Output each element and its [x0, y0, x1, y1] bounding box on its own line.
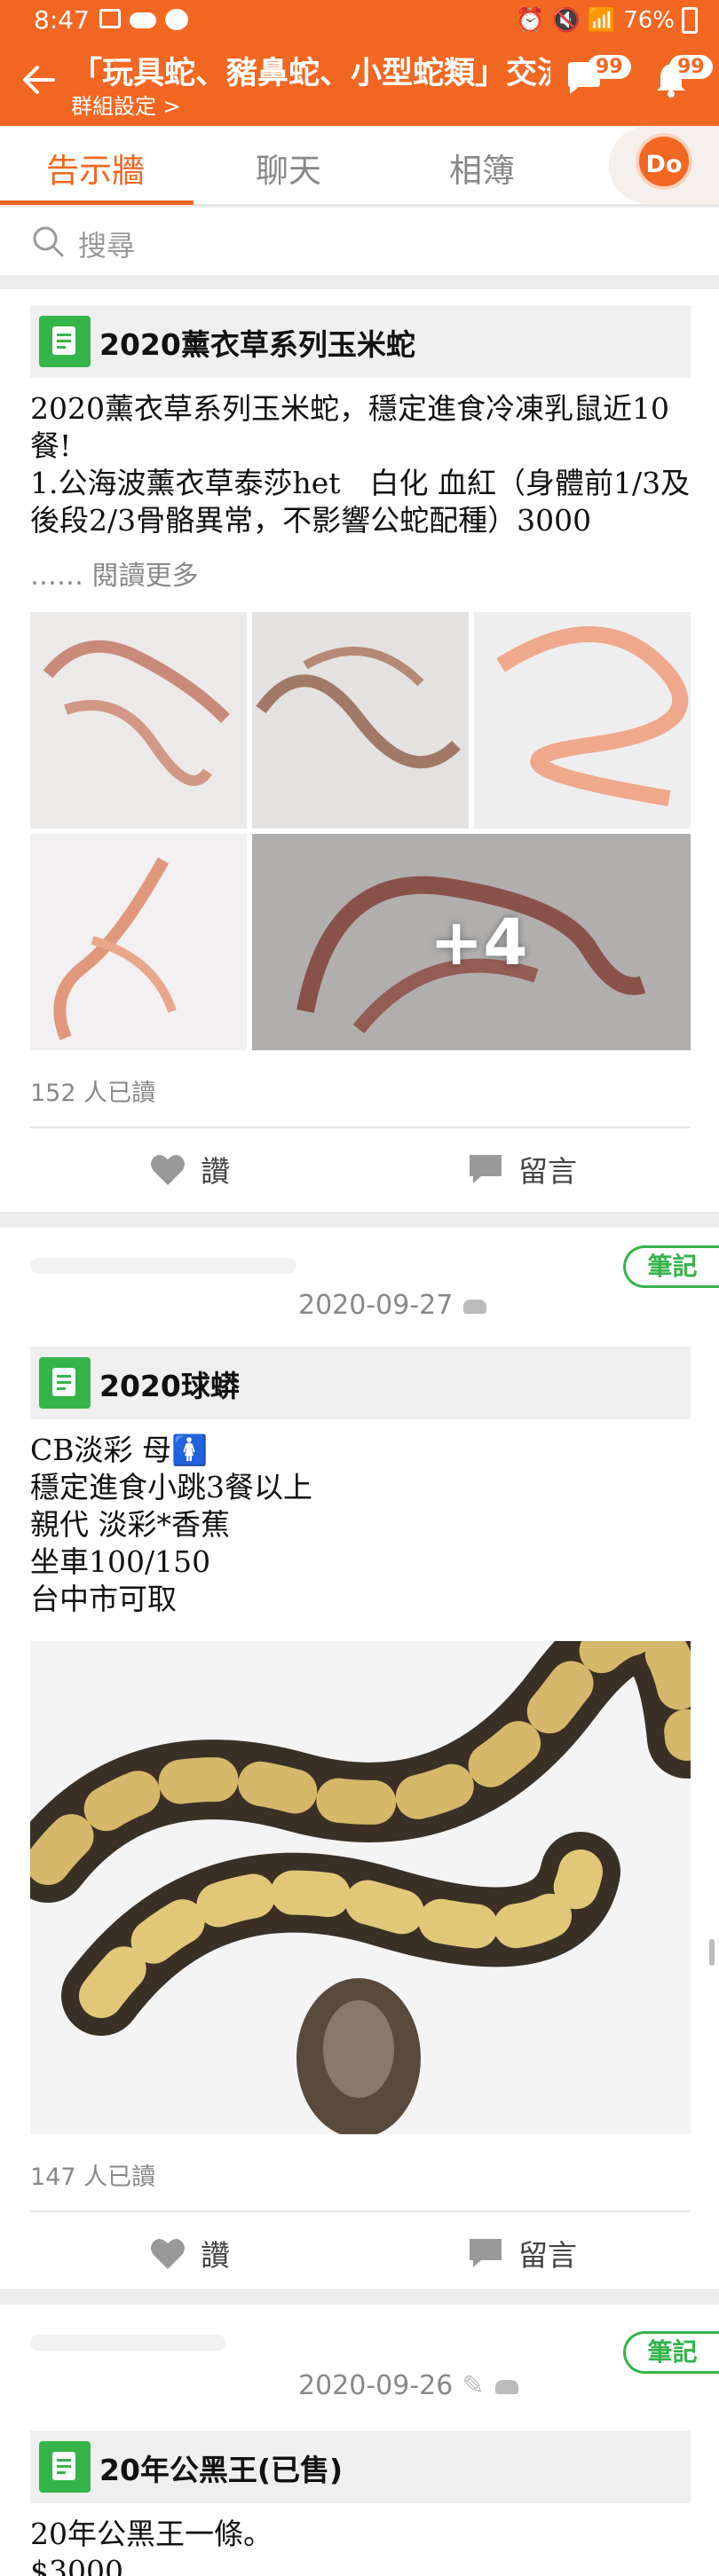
more-photos-count: +4 [430, 905, 528, 979]
like-label: 讚 [201, 2238, 230, 2273]
note-icon [39, 2441, 91, 2493]
search-input[interactable]: 搜尋 [78, 224, 135, 264]
post-title: 2020球蟒 [99, 1369, 240, 1403]
post-section-chip: 2020薰衣草系列玉米蛇 [30, 305, 691, 378]
post-body: CB淡彩 母🚺 穩定進食小跳3餐以上 親代 淡彩*香蕉 坐車100/150 台中… [30, 1433, 312, 1616]
back-arrow-icon[interactable] [21, 62, 57, 98]
author-name [30, 2335, 225, 2351]
like-label: 讚 [201, 1154, 230, 1189]
post-photo[interactable] [30, 612, 247, 829]
post-photo[interactable] [30, 1641, 691, 2134]
post-section-chip: 20年公黑王(已售) [30, 2431, 691, 2503]
read-more-link[interactable]: …… 閱讀更多 [30, 554, 199, 593]
post-date-row: 2020-09-27 [298, 1290, 487, 1321]
group-title: 「玩具蛇、豬鼻蛇、小型蛇類」交流 [71, 56, 550, 91]
status-system-icons: ⏰ 🔇 📶 76% [516, 7, 698, 34]
battery-percent: 76% [623, 7, 675, 34]
post-card: 筆記 2020-09-27 2020球蟒 CB淡彩 母🚺 穩定進食小跳3餐以上 … [0, 1228, 719, 2289]
comment-label: 留言 [518, 1154, 577, 1189]
post-card: 筆記 2020-09-26 ✎ 20年公黑王(已售) 20年公黑王一條。 $300… [0, 2305, 719, 2576]
notification-badge: 99 [669, 55, 713, 79]
gallery-icon [99, 9, 121, 28]
wifi-icon: 📶 [587, 7, 617, 34]
members-icon [494, 2379, 518, 2394]
post-card: 2020薰衣草系列玉米蛇 2020薰衣草系列玉米蛇，穩定進食冷凍乳鼠近10餐! … [0, 289, 719, 1212]
post-date: 2020-09-26 [298, 2370, 454, 2401]
comment-icon [470, 1155, 502, 1183]
comment-button[interactable]: 留言 [467, 2232, 577, 2274]
note-icon [39, 1357, 91, 1409]
divider [30, 1127, 691, 1128]
note-badge: 筆記 [623, 2331, 719, 2374]
post-body: 20年公黑王一條。 $3000 [30, 2517, 273, 2576]
cloud-icon [130, 12, 156, 28]
post-photo[interactable] [474, 612, 691, 829]
battery-icon [682, 7, 698, 34]
scrollbar-thumb[interactable] [709, 1939, 715, 1966]
status-notification-icons [99, 9, 188, 30]
like-button[interactable]: 讚 [149, 1148, 230, 1190]
edit-icon: ✎ [462, 2370, 485, 2401]
post-body: 2020薰衣草系列玉米蛇，穩定進食冷凍乳鼠近10餐! 1.公海波薰衣草泰莎het… [30, 391, 691, 538]
note-icon [39, 316, 91, 367]
active-tab-indicator [0, 200, 194, 205]
post-title: 20年公黑王(已售) [99, 2453, 344, 2487]
post-section-chip: 2020球蟒 [30, 1347, 691, 1419]
tab-bulletin[interactable]: 告示牆 [46, 144, 145, 192]
note-badge: 筆記 [623, 1245, 719, 1288]
heart-icon [151, 1154, 185, 1185]
search-bar[interactable]: 搜尋 [0, 208, 719, 275]
message-icon [165, 9, 188, 30]
read-count: 147 人已讀 [30, 2164, 156, 2191]
avatar[interactable]: Do [636, 133, 692, 190]
heart-icon [151, 2238, 185, 2269]
status-bar: 8:47 ⏰ 🔇 📶 76% [0, 0, 719, 44]
post-title: 2020薰衣草系列玉米蛇 [99, 327, 415, 362]
post-date-row: 2020-09-26 ✎ [298, 2370, 518, 2401]
group-settings-link[interactable]: 群組設定 > [71, 89, 181, 120]
comment-button[interactable]: 留言 [467, 1148, 577, 1190]
post-photo[interactable]: +4 [252, 834, 691, 1050]
search-icon [33, 226, 64, 257]
post-photo[interactable] [252, 612, 469, 829]
mute-icon: 🔇 [551, 7, 581, 34]
members-icon [463, 1299, 487, 1314]
comment-label: 留言 [518, 2238, 577, 2273]
post-date: 2020-09-27 [298, 1290, 454, 1321]
divider [30, 2211, 691, 2212]
alarm-icon: ⏰ [516, 7, 545, 34]
status-time: 8:47 [34, 5, 90, 35]
comment-icon [470, 2239, 502, 2267]
tab-bar: 告示牆 聊天 相簿 Do [0, 126, 719, 206]
post-photo[interactable] [30, 834, 247, 1050]
app-header: 8:47 ⏰ 🔇 📶 76% 「玩具蛇、豬鼻蛇、小型蛇類」交流 群組設定 > 9… [0, 0, 719, 126]
like-button[interactable]: 讚 [149, 2232, 230, 2274]
tab-album[interactable]: 相簿 [449, 144, 515, 192]
chat-badge: 99 [588, 55, 631, 79]
tab-chat[interactable]: 聊天 [256, 144, 321, 192]
read-count: 152 人已讀 [30, 1080, 156, 1107]
author-name [30, 1258, 296, 1274]
